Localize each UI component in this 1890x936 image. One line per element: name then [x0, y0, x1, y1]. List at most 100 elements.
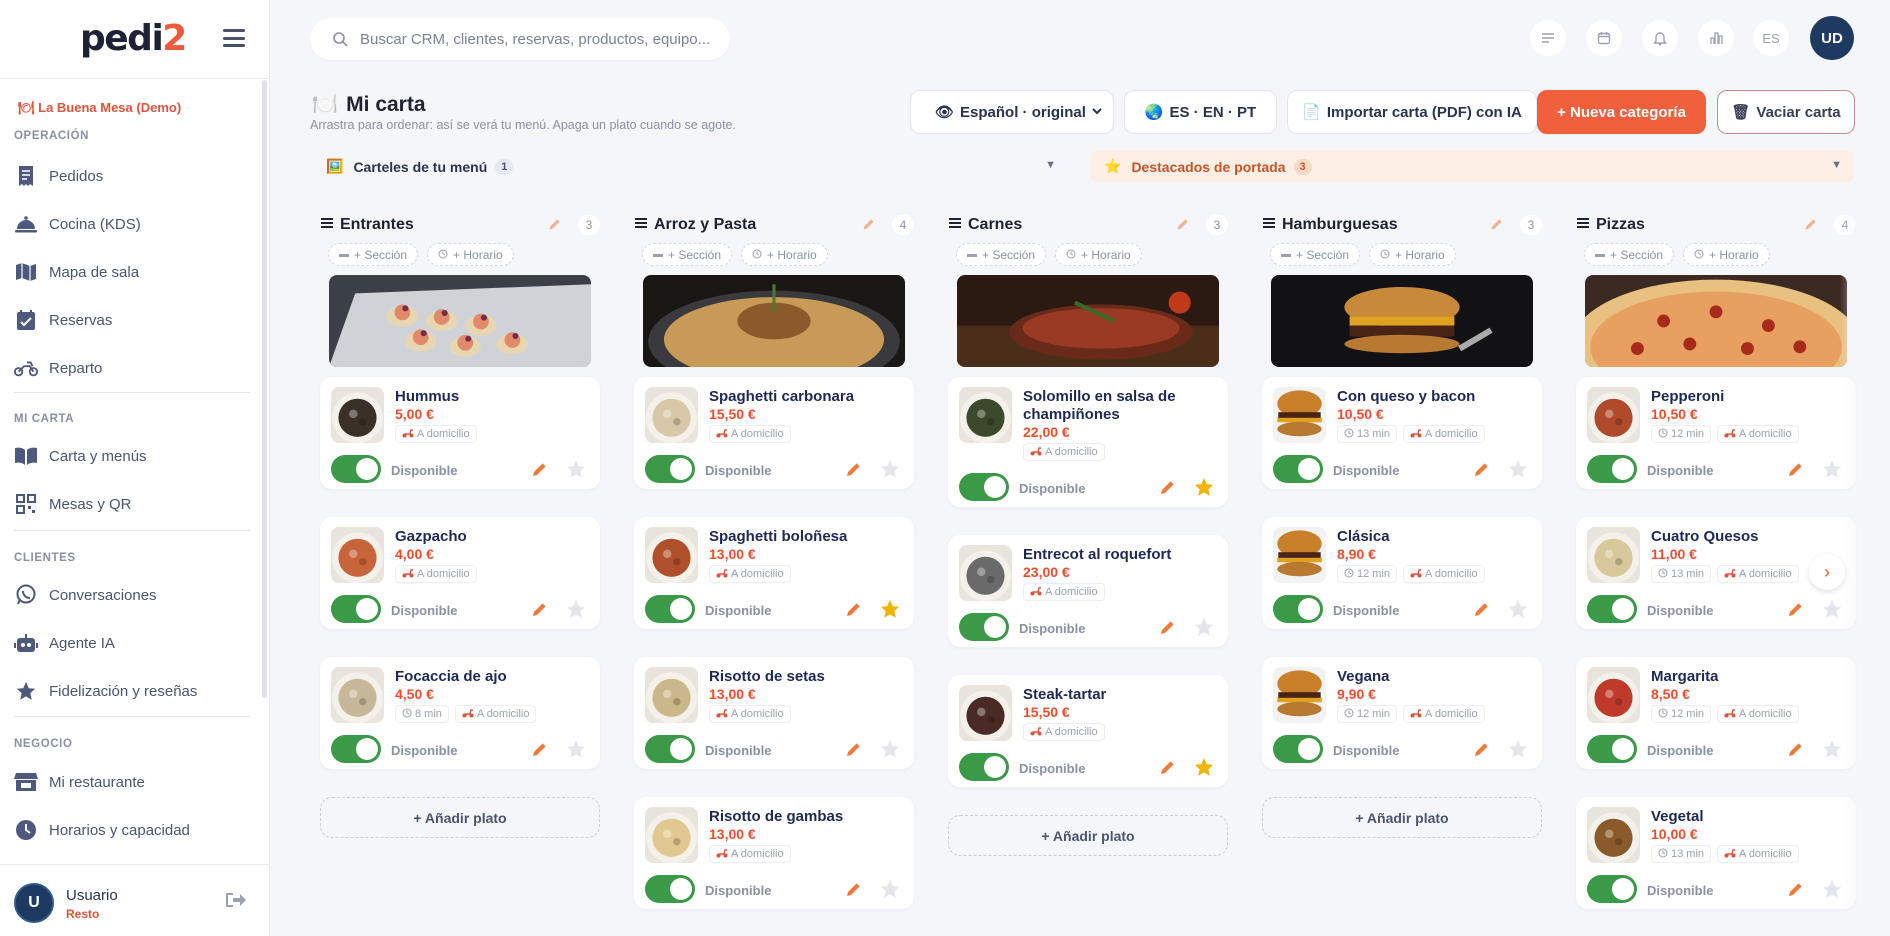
availability-toggle[interactable]: [1587, 595, 1637, 623]
edit-category-icon[interactable]: [1804, 217, 1818, 236]
feature-star-icon[interactable]: [879, 878, 901, 905]
language-select[interactable]: 👁 Español · original: [910, 90, 1114, 134]
new-category-button[interactable]: + Nueva categoría: [1537, 90, 1706, 134]
feature-star-icon[interactable]: [1193, 756, 1215, 783]
dish-card[interactable]: Pepperoni 10,50 € 12 min A domicilio Disponi…: [1576, 377, 1856, 489]
availability-toggle[interactable]: [645, 735, 695, 763]
edit-dish-icon[interactable]: [1787, 600, 1805, 623]
availability-toggle[interactable]: [1587, 735, 1637, 763]
global-search[interactable]: [310, 18, 730, 60]
dish-card[interactable]: Risotto de gambas 13,00 € A domicilio Dispo…: [634, 797, 914, 909]
category-image[interactable]: [957, 275, 1219, 367]
availability-toggle[interactable]: [1273, 455, 1323, 483]
add-schedule-chip[interactable]: + Horario: [741, 243, 828, 266]
sidebar-item-1-0[interactable]: Carta y menús: [14, 438, 254, 474]
empty-menu-button[interactable]: 🗑 Vaciar carta: [1717, 90, 1855, 134]
edit-dish-icon[interactable]: [1787, 460, 1805, 483]
edit-dish-icon[interactable]: [1159, 618, 1177, 641]
feature-star-icon[interactable]: [565, 738, 587, 765]
availability-toggle[interactable]: [645, 455, 695, 483]
feature-star-icon[interactable]: [1507, 458, 1529, 485]
availability-toggle[interactable]: [1587, 455, 1637, 483]
edit-dish-icon[interactable]: [845, 740, 863, 763]
add-section-chip[interactable]: ▬ + Sección: [328, 243, 419, 266]
edit-dish-icon[interactable]: [531, 600, 549, 623]
availability-toggle[interactable]: [959, 613, 1009, 641]
feature-star-icon[interactable]: [565, 458, 587, 485]
dish-card[interactable]: Vegana 9,90 € 12 min A domicilio Disponible: [1262, 657, 1542, 769]
drag-handle-icon[interactable]: [320, 216, 334, 234]
add-section-chip[interactable]: ▬ + Sección: [1584, 243, 1675, 266]
dish-card[interactable]: Gazpacho 4,00 € A domicilio Disponible: [320, 517, 600, 629]
edit-category-icon[interactable]: [1176, 217, 1190, 236]
category-image[interactable]: [1585, 275, 1847, 367]
logout-icon[interactable]: [224, 891, 246, 914]
edit-dish-icon[interactable]: [845, 880, 863, 903]
scroll-right-arrow-icon[interactable]: ›: [1809, 554, 1845, 590]
availability-toggle[interactable]: [645, 875, 695, 903]
add-dish-button[interactable]: + Añadir plato: [948, 815, 1228, 856]
edit-dish-icon[interactable]: [1159, 758, 1177, 781]
edit-dish-icon[interactable]: [531, 460, 549, 483]
availability-toggle[interactable]: [1587, 875, 1637, 903]
featured-toggle[interactable]: ⭐ Destacados de portada 3 ▼: [1090, 150, 1854, 183]
feature-star-icon[interactable]: [879, 598, 901, 625]
add-dish-button[interactable]: + Añadir plato: [320, 797, 600, 838]
languages-button[interactable]: 🌏 ES · EN · PT: [1124, 90, 1277, 134]
feature-star-icon[interactable]: [565, 598, 587, 625]
edit-dish-icon[interactable]: [845, 460, 863, 483]
drag-handle-icon[interactable]: [634, 216, 648, 234]
availability-toggle[interactable]: [645, 595, 695, 623]
edit-dish-icon[interactable]: [1473, 600, 1491, 623]
add-dish-button[interactable]: + Añadir plato: [1262, 797, 1542, 838]
add-section-chip[interactable]: ▬ + Sección: [1270, 243, 1361, 266]
dish-card[interactable]: Vegetal 10,00 € 13 min A domicilio Disponibl…: [1576, 797, 1856, 909]
dish-card[interactable]: Risotto de setas 13,00 € A domicilio Dispon…: [634, 657, 914, 769]
dish-card[interactable]: Clásica 8,90 € 12 min A domicilio Disponible: [1262, 517, 1542, 629]
feature-star-icon[interactable]: [879, 738, 901, 765]
sidebar-item-2-1[interactable]: Agente IA: [14, 625, 254, 661]
sidebar-item-0-2[interactable]: Mapa de sala: [14, 254, 254, 290]
category-image[interactable]: [329, 275, 591, 367]
sidebar-item-3-1[interactable]: Horarios y capacidad: [14, 812, 254, 848]
category-image[interactable]: [643, 275, 905, 367]
edit-dish-icon[interactable]: [531, 740, 549, 763]
sidebar-item-2-0[interactable]: Conversaciones: [14, 577, 254, 613]
user-avatar[interactable]: U: [14, 883, 54, 923]
feature-star-icon[interactable]: [1507, 598, 1529, 625]
feature-star-icon[interactable]: [879, 458, 901, 485]
restaurant-name[interactable]: 🍽 La Buena Mesa (Demo): [18, 100, 181, 116]
sidebar-item-0-4[interactable]: Reparto: [14, 350, 254, 386]
add-schedule-chip[interactable]: + Horario: [1369, 243, 1456, 266]
edit-category-icon[interactable]: [862, 217, 876, 236]
stats-icon[interactable]: [1698, 20, 1734, 56]
availability-toggle[interactable]: [331, 595, 381, 623]
category-image[interactable]: [1271, 275, 1533, 367]
dish-card[interactable]: Margarita 8,50 € 12 min A domicilio Disponib…: [1576, 657, 1856, 769]
account-avatar[interactable]: UD: [1810, 16, 1854, 60]
edit-category-icon[interactable]: [1490, 217, 1504, 236]
availability-toggle[interactable]: [331, 735, 381, 763]
menu-banners-toggle[interactable]: 🖼️ Carteles de tu menú 1 ▼: [312, 150, 1068, 183]
sidebar-item-3-0[interactable]: Mi restaurante: [14, 764, 254, 800]
drag-handle-icon[interactable]: [948, 216, 962, 234]
language-switch[interactable]: ES: [1753, 20, 1789, 56]
add-schedule-chip[interactable]: + Horario: [1683, 243, 1770, 266]
edit-category-icon[interactable]: [548, 217, 562, 236]
availability-toggle[interactable]: [1273, 735, 1323, 763]
calendar-icon[interactable]: [1586, 20, 1622, 56]
sidebar-item-1-1[interactable]: Mesas y QR: [14, 486, 254, 522]
dish-card[interactable]: Spaghetti carbonara 15,50 € A domicilio Dis…: [634, 377, 914, 489]
dish-card[interactable]: Steak-tartar 15,50 € A domicilio Disponible: [948, 675, 1228, 787]
availability-toggle[interactable]: [959, 473, 1009, 501]
add-schedule-chip[interactable]: + Horario: [1055, 243, 1142, 266]
dish-card[interactable]: Hummus 5,00 € A domicilio Disponible: [320, 377, 600, 489]
add-section-chip[interactable]: ▬ + Sección: [642, 243, 733, 266]
add-schedule-chip[interactable]: + Horario: [427, 243, 514, 266]
edit-dish-icon[interactable]: [1159, 478, 1177, 501]
edit-dish-icon[interactable]: [1473, 460, 1491, 483]
edit-dish-icon[interactable]: [1787, 740, 1805, 763]
dish-card[interactable]: Solomillo en salsa de champiñones 22,00 €…: [948, 377, 1228, 507]
sidebar-item-0-0[interactable]: Pedidos: [14, 158, 254, 194]
sidebar-scrollbar[interactable]: [262, 80, 267, 698]
